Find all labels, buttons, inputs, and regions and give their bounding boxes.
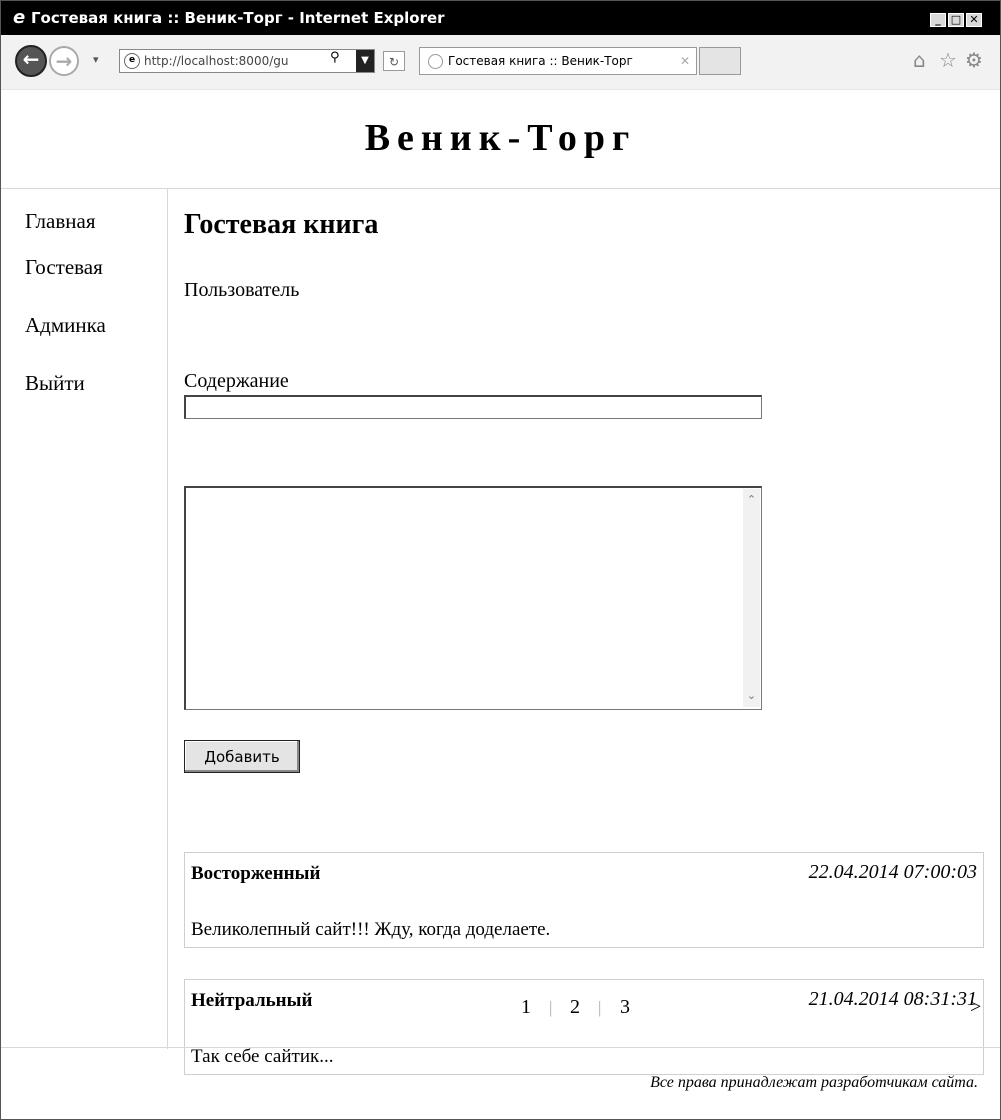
refresh-icon: ↻ bbox=[388, 55, 400, 69]
entry-author: Восторженный bbox=[191, 863, 321, 884]
copyright-text: Все права принадлежат разработчикам сайт… bbox=[650, 1074, 978, 1091]
tab-page-icon bbox=[428, 54, 443, 69]
back-button[interactable]: ← bbox=[15, 45, 47, 77]
main-content: Гостевая книга Пользователь Содержание ⌃… bbox=[168, 189, 1000, 1075]
nav-item-admin[interactable]: Админка bbox=[25, 313, 106, 338]
page-title: Гостевая книга bbox=[184, 209, 379, 240]
internet-explorer-icon: e bbox=[13, 7, 26, 28]
guestbook-entry: Восторженный 22.04.2014 07:00:03 Великол… bbox=[184, 852, 984, 948]
browser-window: e Гостевая книга :: Веник-Торг - Interne… bbox=[0, 0, 1001, 1120]
address-text[interactable]: http://localhost:8000/gu bbox=[144, 50, 288, 72]
page-link-3[interactable]: 3 bbox=[620, 996, 630, 1019]
nav-item-guestbook[interactable]: Гостевая bbox=[25, 255, 103, 280]
address-bar[interactable]: e http://localhost:8000/gu ⚲ ▼ bbox=[119, 49, 375, 73]
site-footer: Все права принадлежат разработчикам сайт… bbox=[1, 1047, 1000, 1119]
add-button[interactable]: Добавить bbox=[184, 740, 300, 773]
web-page: Веник-Торг Главная Гостевая Админка Выйт… bbox=[1, 90, 1000, 1119]
tab-title: Гостевая книга :: Веник-Торг bbox=[448, 54, 633, 68]
textarea-scrollbar[interactable]: ⌃ ⌄ bbox=[743, 489, 760, 707]
minimize-button[interactable]: _ bbox=[930, 13, 946, 27]
address-dropdown-icon[interactable]: ▼ bbox=[356, 50, 374, 72]
page-separator: | bbox=[598, 998, 602, 1017]
window-title: Гостевая книга :: Веник-Торг - Internet … bbox=[31, 9, 445, 27]
maximize-button[interactable]: □ bbox=[948, 13, 964, 27]
title-bar: e Гостевая книга :: Веник-Торг - Interne… bbox=[1, 1, 1000, 35]
entry-date: 22.04.2014 07:00:03 bbox=[808, 861, 977, 883]
history-dropdown-icon[interactable]: ▾ bbox=[93, 53, 99, 66]
search-icon[interactable]: ⚲ bbox=[330, 50, 340, 65]
settings-gear-icon[interactable]: ⚙ bbox=[965, 49, 983, 71]
nav-item-home[interactable]: Главная bbox=[25, 209, 96, 234]
sidebar-nav: Главная Гостевая Админка Выйти bbox=[1, 189, 168, 1049]
content-label: Содержание bbox=[184, 370, 289, 392]
new-tab-button[interactable] bbox=[699, 47, 741, 75]
user-label: Пользователь bbox=[184, 279, 300, 301]
content-textarea[interactable] bbox=[184, 486, 762, 710]
browser-toolbar: ← → ▾ e http://localhost:8000/gu ⚲ ▼ ↻ Г… bbox=[1, 35, 1000, 90]
close-window-button[interactable]: ✕ bbox=[966, 13, 982, 27]
home-icon[interactable]: ⌂ bbox=[913, 49, 926, 71]
pagination: 1 | 2 | 3 > bbox=[1, 996, 1000, 1020]
nav-item-logout[interactable]: Выйти bbox=[25, 371, 85, 396]
entry-text: Великолепный сайт!!! Жду, когда доделает… bbox=[191, 919, 551, 940]
refresh-button[interactable]: ↻ bbox=[383, 51, 405, 71]
next-page-link[interactable]: > bbox=[970, 996, 981, 1019]
user-input[interactable] bbox=[184, 395, 762, 419]
scroll-down-icon[interactable]: ⌄ bbox=[743, 689, 760, 703]
site-header: Веник-Торг bbox=[1, 90, 1000, 189]
page-separator: | bbox=[549, 998, 553, 1017]
forward-icon: → bbox=[55, 49, 73, 73]
ie-page-icon: e bbox=[124, 53, 140, 69]
page-link-2[interactable]: 2 bbox=[570, 996, 580, 1019]
favorites-star-icon[interactable]: ☆ bbox=[939, 49, 957, 71]
back-icon: ← bbox=[22, 47, 40, 71]
page-link-1[interactable]: 1 bbox=[521, 996, 531, 1019]
site-title: Веник-Торг bbox=[364, 117, 637, 159]
tab-close-icon[interactable]: ✕ bbox=[680, 48, 690, 74]
forward-button[interactable]: → bbox=[49, 46, 79, 76]
scroll-up-icon[interactable]: ⌃ bbox=[743, 493, 760, 507]
browser-tab[interactable]: Гостевая книга :: Веник-Торг ✕ bbox=[419, 47, 697, 75]
